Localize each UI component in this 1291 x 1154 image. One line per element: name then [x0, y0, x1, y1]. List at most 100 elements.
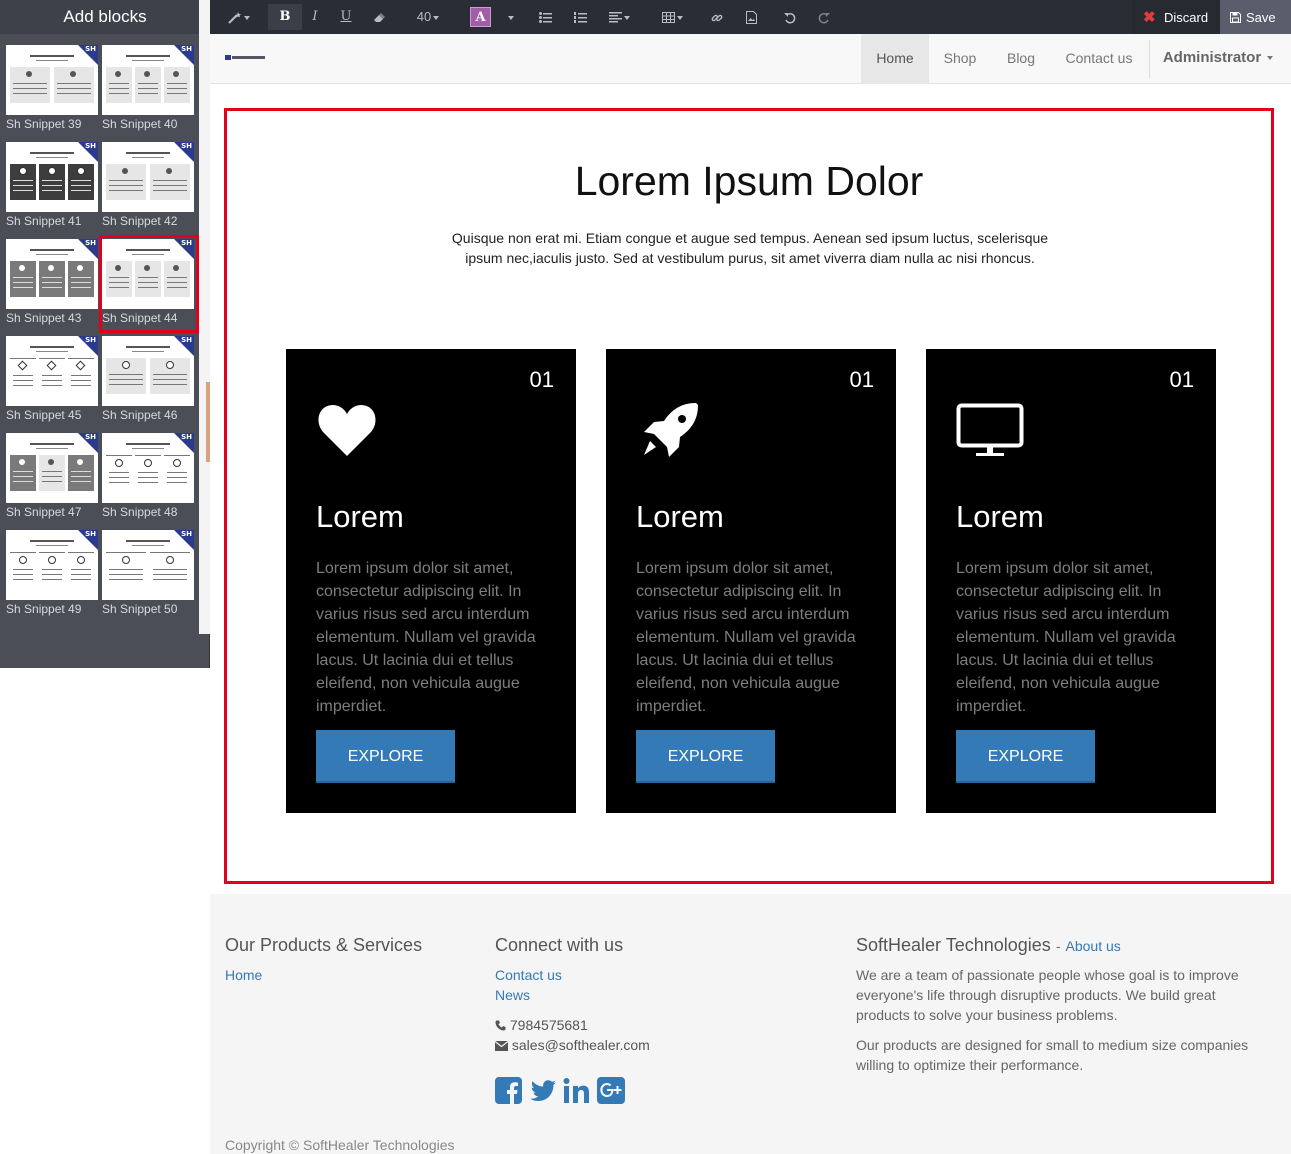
bullet-list-button[interactable]	[535, 4, 555, 30]
underline-button[interactable]: U	[332, 4, 360, 30]
snippet-thumbnail[interactable]: SH Sh Snippet 45	[6, 336, 98, 428]
softhealer-logo[interactable]	[225, 54, 265, 61]
snippet-panel-scroll-thumb[interactable]	[206, 382, 210, 462]
preview-icon	[144, 459, 152, 467]
card-number: 01	[529, 367, 554, 392]
snippet-preview: SH	[6, 45, 98, 115]
google-plus-icon[interactable]	[597, 1077, 625, 1105]
explore-button[interactable]: EXPLORE	[636, 730, 775, 783]
magic-wand-dropdown[interactable]	[226, 4, 252, 30]
italic-button[interactable]: I	[302, 4, 328, 30]
hero-title[interactable]: Lorem Ipsum Dolor	[224, 158, 1274, 205]
nav-item-blog[interactable]: Blog	[996, 34, 1046, 84]
preview-text-line	[42, 180, 62, 181]
preview-text-line	[167, 472, 187, 473]
badge-text: SH	[181, 433, 192, 441]
preview-text-line	[71, 287, 91, 288]
explore-button[interactable]: EXPLORE	[956, 730, 1095, 783]
snippet-thumbnail[interactable]: SH Sh Snippet 42	[102, 142, 194, 234]
snippet-thumbnail[interactable]: SH Sh Snippet 39	[6, 45, 98, 137]
preview-column	[10, 552, 36, 588]
snippet-preview: SH	[102, 142, 194, 212]
preview-text-line	[13, 287, 33, 288]
chevron-down-icon	[1267, 56, 1274, 61]
preview-column	[164, 67, 190, 103]
redo-button[interactable]	[814, 4, 834, 30]
preview-text-line	[109, 180, 143, 181]
envelope-icon	[494, 1041, 509, 1051]
facebook-icon[interactable]	[495, 1077, 523, 1105]
footer-link-home[interactable]: Home	[225, 967, 262, 983]
preview-text-line	[71, 190, 91, 191]
preview-text-line	[109, 574, 143, 575]
preview-text-line	[109, 185, 143, 186]
nav-item-contact-us[interactable]: Contact us	[1056, 34, 1142, 84]
preview-text-line	[138, 93, 158, 94]
snippet-thumbnail[interactable]: SH Sh Snippet 49	[6, 530, 98, 622]
explore-button[interactable]: EXPLORE	[316, 730, 455, 783]
preview-text-line	[42, 380, 62, 381]
snippet-thumbnail[interactable]: SH Sh Snippet 46	[102, 336, 194, 428]
snippet-panel-scrollbar[interactable]	[199, 0, 210, 634]
preview-text-line	[13, 375, 33, 376]
preview-text-line	[42, 476, 62, 477]
footer-link-contact-us[interactable]: Contact us	[495, 967, 562, 983]
snippet-thumbnail[interactable]: SH Sh Snippet 47	[6, 433, 98, 525]
snippet-preview: SH	[6, 336, 98, 406]
preview-text-line	[71, 574, 91, 575]
badge-text: SH	[181, 336, 192, 344]
bold-button[interactable]: B	[268, 4, 302, 30]
preview-text-line	[153, 190, 187, 191]
preview-text-line	[109, 579, 143, 580]
eraser-button[interactable]	[368, 4, 390, 30]
preview-text-line	[42, 277, 62, 278]
nav-divider	[1149, 40, 1150, 78]
preview-text-line	[109, 482, 129, 483]
linkedin-icon[interactable]	[563, 1077, 591, 1105]
nav-item-shop[interactable]: Shop	[932, 34, 988, 84]
preview-text-line	[13, 579, 33, 580]
preview-text-line	[132, 60, 164, 61]
feature-card[interactable]: 01 Lorem Lorem ipsum dolor sit amet, con…	[926, 349, 1216, 813]
user-menu-dropdown[interactable]: Administrator	[1156, 34, 1280, 84]
preview-heading-line	[30, 443, 74, 445]
preview-text-line	[13, 380, 33, 381]
align-dropdown[interactable]	[604, 4, 634, 30]
hero-text[interactable]: Quisque non erat mi. Etiam congue et aug…	[440, 228, 1060, 268]
font-size-dropdown[interactable]: 40	[410, 4, 446, 30]
undo-button[interactable]	[780, 4, 800, 30]
snippet-thumbnail[interactable]: SH Sh Snippet 48	[102, 433, 194, 525]
discard-button[interactable]: ✖ Discard	[1132, 0, 1220, 34]
preview-text-line	[36, 545, 68, 546]
twitter-icon[interactable]	[529, 1077, 557, 1105]
snippet-thumbnail[interactable]: SH Sh Snippet 43	[6, 239, 98, 331]
footer-link-news[interactable]: News	[495, 987, 530, 1003]
preview-text-line	[109, 93, 129, 94]
color-dropdown-toggle[interactable]	[502, 4, 518, 30]
snippet-thumbnail[interactable]: SH Sh Snippet 44	[99, 235, 199, 333]
feature-card[interactable]: 01 Lorem Lorem ipsum dolor sit amet, con…	[286, 349, 576, 813]
preview-text-line	[109, 379, 143, 380]
snippet-preview: SH	[102, 530, 194, 600]
nav-item-home[interactable]: Home	[861, 34, 929, 84]
snippet-thumbnail[interactable]: SH Sh Snippet 41	[6, 142, 98, 234]
email-address[interactable]: sales@softhealer.com	[512, 1037, 650, 1053]
preview-icon	[70, 71, 76, 77]
text-color-button[interactable]: A	[470, 7, 491, 27]
save-button[interactable]: Save	[1220, 0, 1291, 34]
table-dropdown[interactable]	[658, 4, 686, 30]
preview-text-line	[71, 282, 91, 283]
link-button[interactable]	[708, 4, 726, 30]
preview-icon	[48, 556, 56, 564]
card-text: Lorem ipsum dolor sit amet, consectetur …	[956, 560, 1176, 715]
preview-text-line	[57, 93, 91, 94]
footer-link-about-us[interactable]: About us	[1066, 938, 1121, 954]
footer-products-title: Our Products & Services	[225, 935, 423, 955]
snippet-thumbnail[interactable]: SH Sh Snippet 50	[102, 530, 194, 622]
feature-card[interactable]: 01 Lorem Lorem ipsum dolor sit amet, con…	[606, 349, 896, 813]
numbered-list-button[interactable]	[570, 4, 590, 30]
snippet-thumbnail[interactable]: SH Sh Snippet 40	[102, 45, 194, 137]
preview-icon	[77, 556, 85, 564]
image-button[interactable]	[742, 4, 760, 30]
preview-text-line	[42, 375, 62, 376]
